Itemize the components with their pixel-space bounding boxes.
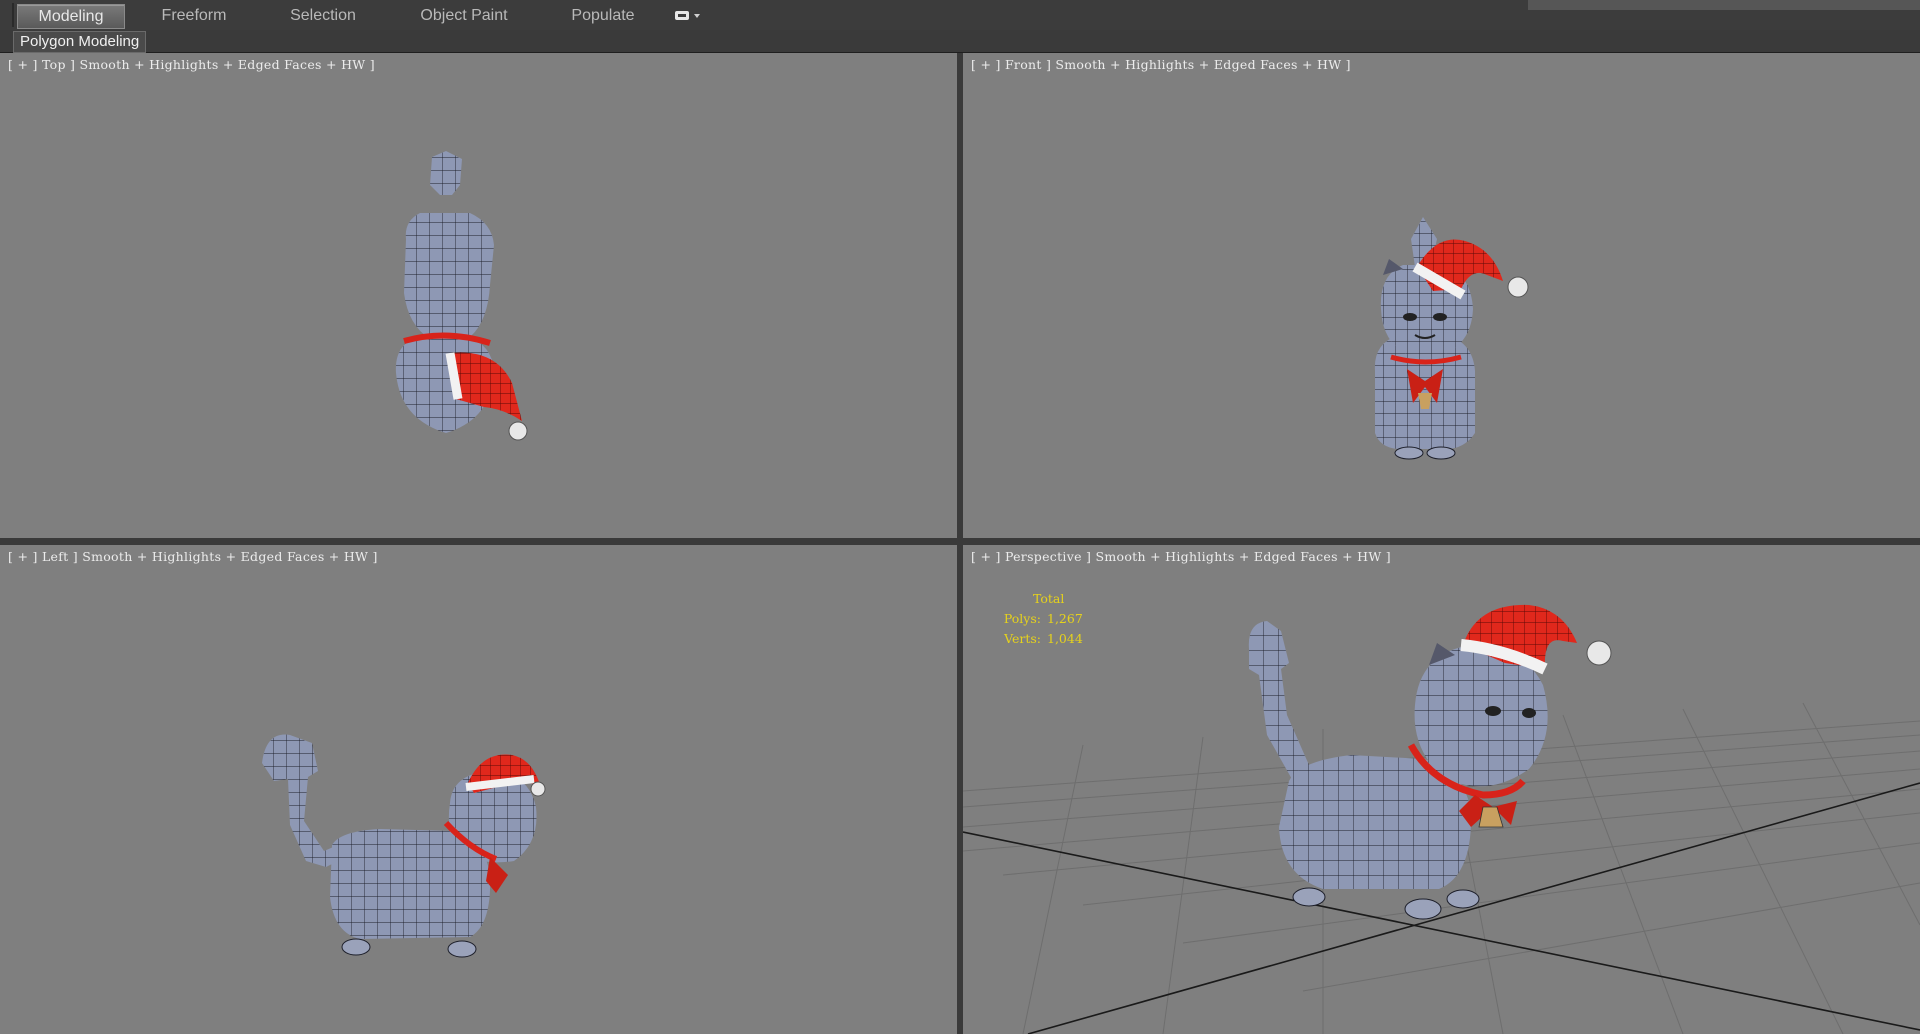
perspective-scene (963, 604, 1920, 1034)
cat-model-top-view (395, 151, 528, 441)
stats-verts-label: Verts: (1004, 631, 1041, 646)
panel-polygon-modeling[interactable]: Polygon Modeling (13, 31, 147, 53)
viewport-perspective[interactable]: [ + ] Perspective ] Smooth + Highlights … (963, 545, 1920, 1034)
viewport-label-perspective[interactable]: [ + ] Perspective ] Smooth + Highlights … (971, 549, 1391, 564)
cat-model-front-view (1374, 217, 1529, 460)
tab-populate[interactable]: Populate (545, 4, 661, 27)
viewport-front[interactable]: [ + ] Front ] Smooth + Highlights + Edge… (963, 53, 1920, 538)
tab-selection[interactable]: Selection (263, 4, 383, 27)
viewport-left[interactable]: [ + ] Left ] Smooth + Highlights + Edged… (0, 545, 957, 1034)
tab-divider (12, 3, 14, 27)
stats-verts-value: 1,044 (1047, 631, 1083, 646)
toggle-options-icon[interactable] (674, 8, 704, 24)
ribbon-panel-bar: Polygon Modeling (0, 30, 1920, 53)
ribbon-right-cap (1528, 0, 1920, 10)
tab-object-paint[interactable]: Object Paint (393, 4, 535, 27)
ribbon-tab-bar: Modeling Freeform Selection Object Paint… (0, 0, 1920, 31)
viewport-top[interactable]: [ + ] Top ] Smooth + Highlights + Edged … (0, 53, 957, 538)
stats-polys-label: Polys: (1003, 611, 1041, 626)
stats-polys-value: 1,267 (1047, 611, 1083, 626)
viewport-label-front[interactable]: [ + ] Front ] Smooth + Highlights + Edge… (971, 57, 1351, 72)
viewport-splitter-horizontal[interactable] (0, 538, 1920, 545)
cat-model-left-view (262, 734, 546, 958)
tab-freeform[interactable]: Freeform (135, 4, 253, 27)
tab-modeling[interactable]: Modeling (17, 4, 125, 29)
viewport-label-left[interactable]: [ + ] Left ] Smooth + Highlights + Edged… (8, 549, 378, 564)
scene-statistics: Total Polys: 1,267 Verts: 1,044 (981, 589, 1083, 649)
stats-total-label: Total (1033, 591, 1065, 606)
viewport-label-top[interactable]: [ + ] Top ] Smooth + Highlights + Edged … (8, 57, 375, 72)
